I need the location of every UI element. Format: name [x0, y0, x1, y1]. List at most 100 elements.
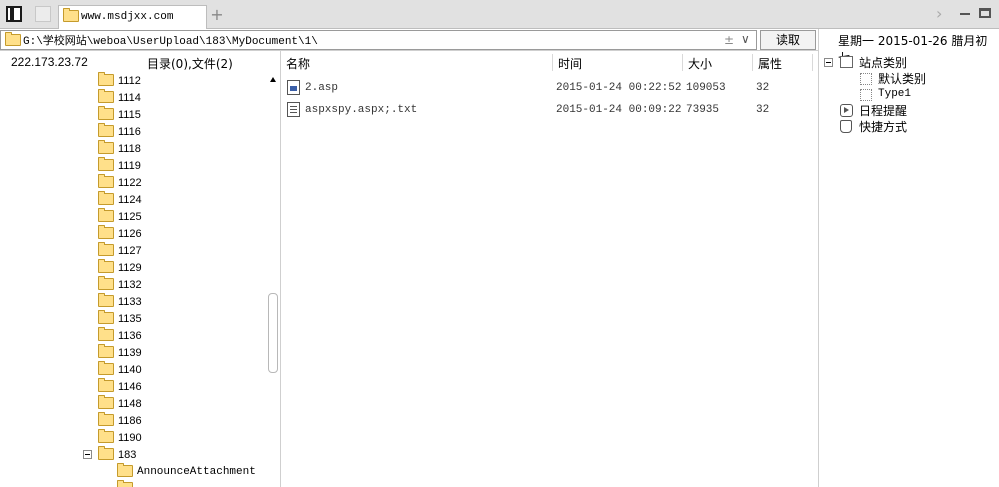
tree-item[interactable]: 1148 — [0, 395, 270, 413]
path-input[interactable] — [23, 33, 703, 47]
folder-icon — [98, 259, 114, 273]
tree-item-label: 1112 — [118, 75, 141, 87]
plus-minus-icon[interactable]: ± — [724, 33, 734, 47]
tree-item-label: 1119 — [118, 160, 141, 172]
tree-item[interactable]: 1119 — [0, 157, 270, 175]
folder-icon — [98, 412, 114, 426]
folder-icon — [98, 140, 114, 154]
type1-label[interactable]: Type1 — [878, 88, 911, 100]
tree-item[interactable]: 1132 — [0, 276, 270, 294]
tree-item-label: 1124 — [118, 194, 142, 206]
tree-item-label: 1126 — [118, 228, 142, 240]
column-separator[interactable] — [682, 54, 683, 71]
tree-item[interactable]: 1114 — [0, 89, 270, 107]
folder-icon — [98, 276, 114, 290]
tree-item-label: 1118 — [118, 143, 141, 155]
column-separator[interactable] — [752, 54, 753, 71]
tree-item-label: 1127 — [118, 245, 142, 257]
tree-item[interactable]: 1122 — [0, 174, 270, 192]
column-header-time[interactable]: 时间 — [558, 55, 582, 72]
tree-item[interactable]: 1115 — [0, 106, 270, 124]
tree-item-label: 1146 — [118, 381, 142, 393]
schedule-icon — [840, 104, 853, 117]
tree-item-label: 1125 — [118, 211, 142, 223]
tab-title: www.msdjxx.com — [81, 11, 174, 23]
tree-item[interactable]: 1125 — [0, 208, 270, 226]
folder-icon — [98, 123, 114, 137]
address-bar: ± ∨ 读取 — [0, 29, 818, 51]
tree-item[interactable]: 1127 — [0, 242, 270, 260]
tree-item[interactable]: 1135 — [0, 310, 270, 328]
file-row[interactable]: aspxspy.aspx;.txt 2015-01-24 00:09:22 73… — [283, 100, 813, 120]
dir-file-count: 目录(0),文件(2) — [147, 57, 233, 71]
default-category-label[interactable]: 默认类别 — [878, 70, 926, 87]
schedule-label[interactable]: 日程提醒 — [859, 102, 907, 119]
folder-icon — [98, 208, 114, 222]
file-attr: 32 — [756, 82, 770, 94]
shortcut-icon — [840, 120, 852, 133]
minimize-icon[interactable] — [960, 13, 970, 15]
column-header-size[interactable]: 大小 — [688, 55, 712, 72]
collapse-icon[interactable] — [83, 450, 92, 459]
folder-icon — [98, 293, 114, 307]
tree-item[interactable]: 1116 — [0, 123, 270, 141]
tree-item-label: 183 — [118, 449, 137, 461]
new-tab-button[interactable]: + — [208, 5, 226, 25]
chevron-right-icon[interactable]: › — [936, 4, 942, 23]
folder-icon — [98, 106, 114, 120]
tree-item[interactable]: 1146 — [0, 378, 270, 396]
tree-item[interactable]: 1124 — [0, 191, 270, 209]
tree-item-label: 1135 — [118, 313, 142, 325]
tree-scrollbar-thumb[interactable] — [268, 293, 278, 373]
folder-icon — [98, 378, 114, 392]
path-field-box: ± ∨ — [0, 30, 757, 50]
file-name: 2.asp — [305, 82, 339, 94]
folder-icon — [98, 242, 114, 256]
category-item-icon — [860, 73, 872, 85]
read-button[interactable]: 读取 — [760, 30, 816, 50]
column-header-attr[interactable]: 属性 — [758, 55, 782, 72]
chevron-down-icon[interactable]: ∨ — [741, 32, 750, 46]
tree-item[interactable]: 1140 — [0, 361, 270, 379]
folder-icon — [98, 174, 114, 188]
folder-icon — [98, 191, 114, 205]
tree-item[interactable]: 1133 — [0, 293, 270, 311]
tree-item[interactable]: 1126 — [0, 225, 270, 243]
folder-tree: 1112 1114 1115 1116 1118 1119 1122 1124 1125 1126… — [0, 72, 280, 487]
tree-item-child[interactable]: AnnounceAttachment — [0, 463, 270, 481]
tree-item[interactable]: 1139 — [0, 344, 270, 362]
file-size: 73935 — [686, 104, 720, 116]
column-header-name[interactable]: 名称 — [286, 55, 310, 72]
tree-item-label: 1114 — [118, 92, 141, 104]
tab-active[interactable]: www.msdjxx.com — [58, 5, 207, 29]
tree-item-expanded[interactable]: 183 — [0, 446, 270, 464]
folder-icon — [98, 89, 114, 103]
folder-icon — [98, 395, 114, 409]
tree-item[interactable]: 1129 — [0, 259, 270, 277]
tree-item[interactable]: 1136 — [0, 327, 270, 345]
folder-icon — [98, 429, 114, 443]
file-row[interactable]: 2.asp 2015-01-24 00:22:52 109053 32 — [283, 78, 813, 98]
tree-item[interactable]: 1118 — [0, 140, 270, 158]
category-icon — [840, 56, 853, 68]
scroll-up-icon[interactable] — [270, 77, 276, 82]
column-separator[interactable] — [552, 54, 553, 71]
category-item-icon — [860, 89, 872, 101]
right-panel-divider — [818, 29, 819, 487]
server-ip: 222.173.23.72 — [11, 55, 88, 69]
maximize-icon[interactable] — [979, 8, 991, 18]
tree-item-label: 1190 — [118, 432, 142, 444]
tree-item[interactable]: 1190 — [0, 429, 270, 447]
site-category-label[interactable]: 站点类别 — [859, 54, 907, 71]
sidebar-toggle-icon[interactable] — [6, 6, 22, 22]
folder-icon — [98, 344, 114, 358]
folder-icon — [98, 361, 114, 375]
blank-tab-icon[interactable] — [35, 6, 51, 22]
tree-item[interactable]: 1112 — [0, 72, 270, 90]
collapse-icon[interactable] — [824, 58, 833, 67]
tree-item-label: 1132 — [118, 279, 142, 291]
column-separator[interactable] — [812, 54, 813, 71]
tree-item-partial[interactable] — [0, 480, 270, 487]
shortcuts-label[interactable]: 快捷方式 — [859, 118, 907, 135]
tree-item[interactable]: 1186 — [0, 412, 270, 430]
